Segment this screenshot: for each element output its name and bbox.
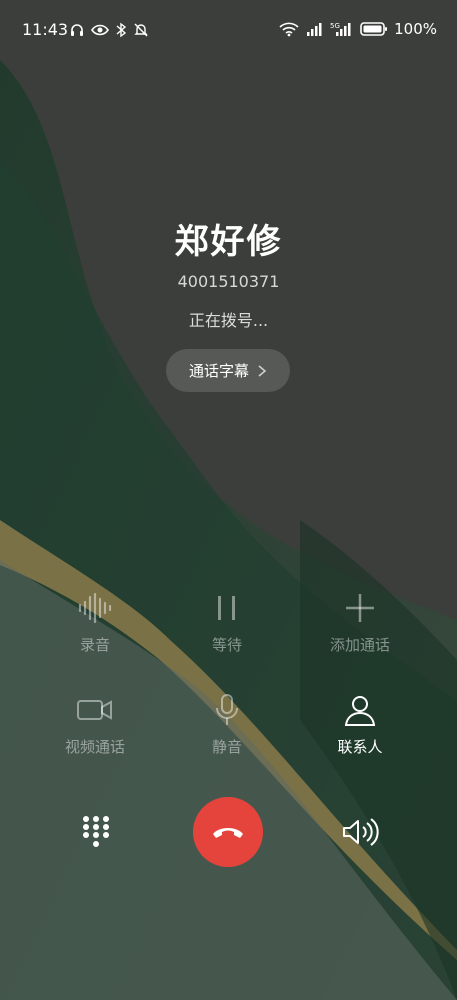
contact-section: 郑好修 <box>0 214 457 263</box>
video-call-button[interactable]: 视频通话 <box>35 690 155 757</box>
dialpad-icon <box>83 816 109 847</box>
speaker-button[interactable] <box>340 814 380 850</box>
eye-icon <box>91 24 109 36</box>
speaker-icon <box>343 818 379 846</box>
mute-label: 静音 <box>211 738 242 756</box>
bluetooth-icon <box>116 22 127 38</box>
mute-bell-icon <box>134 23 148 37</box>
chevron-right-icon <box>258 364 267 377</box>
phone-number: 4001510371 <box>177 272 280 291</box>
contact-name: 郑好修 <box>174 222 283 262</box>
status-time: 11:43 <box>22 20 69 39</box>
end-call-button[interactable] <box>193 797 263 867</box>
headset-icon <box>71 24 83 36</box>
status-bar: 11:43 5G 100% <box>0 0 457 62</box>
contacts-button[interactable]: 联系人 <box>300 690 420 757</box>
plus-icon <box>346 594 374 622</box>
add-call-label: 添加通话 <box>329 636 390 654</box>
wifi-icon <box>279 22 299 37</box>
status-right-icons: 5G 100% <box>278 20 437 38</box>
battery-icon <box>360 22 388 36</box>
signal-icon <box>307 23 322 36</box>
microphone-icon <box>216 694 238 725</box>
hold-button[interactable]: 等待 <box>167 588 287 655</box>
status-left-icons <box>69 22 149 38</box>
dialpad-button[interactable] <box>78 812 114 852</box>
video-camera-icon <box>77 700 112 720</box>
call-status: 正在拨号... <box>188 311 269 330</box>
phone-hangup-icon <box>213 828 243 838</box>
battery-percent: 100% <box>394 20 437 38</box>
record-label: 录音 <box>79 636 110 654</box>
svg-text:5G: 5G <box>330 22 340 30</box>
hold-label: 等待 <box>211 636 242 654</box>
mute-button[interactable]: 静音 <box>167 690 287 757</box>
call-caption-label: 通话字幕 <box>188 362 249 380</box>
5g-signal-icon: 5G <box>330 22 351 36</box>
person-icon <box>344 696 376 726</box>
pause-icon <box>218 596 235 620</box>
video-call-label: 视频通话 <box>64 738 125 756</box>
record-button[interactable]: 录音 <box>35 588 155 655</box>
add-call-button[interactable]: 添加通话 <box>300 588 420 655</box>
soundwave-icon <box>78 593 112 623</box>
call-caption-button[interactable]: 通话字幕 <box>166 349 290 392</box>
contacts-label: 联系人 <box>337 738 383 756</box>
